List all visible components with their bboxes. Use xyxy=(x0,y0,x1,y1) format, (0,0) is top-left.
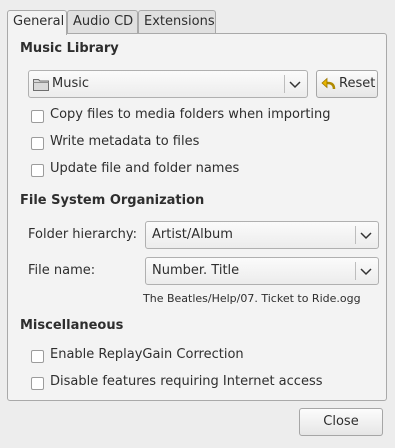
checkbox-label: Disable features requiring Internet acce… xyxy=(50,374,323,389)
chevron-down-icon xyxy=(360,264,372,278)
music-library-heading: Music Library xyxy=(20,41,119,56)
tab-label: General xyxy=(13,14,65,29)
close-button[interactable]: Close xyxy=(299,408,383,436)
filename-example: The Beatles/Help/07. Ticket to Ride.ogg xyxy=(143,292,361,305)
close-label: Close xyxy=(323,414,359,429)
miscellaneous-heading: Miscellaneous xyxy=(20,318,124,333)
checkbox-indicator xyxy=(31,110,44,123)
checkbox-label: Write metadata to files xyxy=(50,134,200,149)
reset-button[interactable]: Reset xyxy=(316,70,378,98)
checkbox-indicator xyxy=(31,164,44,177)
checkbox-indicator xyxy=(31,137,44,150)
file-name-select[interactable]: Number. Title xyxy=(145,257,379,285)
tab-extensions[interactable]: Extensions xyxy=(138,10,216,33)
checkbox-label: Update file and folder names xyxy=(50,161,240,176)
checkbox-indicator xyxy=(31,350,44,363)
combo-separator xyxy=(355,226,356,244)
checkbox-indicator xyxy=(31,377,44,390)
tab-general[interactable]: General xyxy=(7,10,67,35)
reset-label: Reset xyxy=(339,76,376,91)
combo-separator xyxy=(284,75,285,93)
combo-separator xyxy=(355,262,356,280)
tab-label: Audio CD xyxy=(73,14,134,29)
folder-hierarchy-select[interactable]: Artist/Album xyxy=(145,221,379,249)
tab-label: Extensions xyxy=(144,14,215,29)
file-name-value: Number. Title xyxy=(152,263,240,278)
general-panel: Music Library Music Reset Copy files to … xyxy=(7,33,387,401)
folder-icon xyxy=(33,77,49,91)
file-system-heading: File System Organization xyxy=(20,193,205,208)
tab-audio-cd[interactable]: Audio CD xyxy=(67,10,138,33)
undo-icon xyxy=(321,77,337,91)
checkbox-label: Copy files to media folders when importi… xyxy=(50,107,331,122)
library-folder-chooser[interactable]: Music xyxy=(28,70,308,98)
checkbox-label: Enable ReplayGain Correction xyxy=(50,347,244,362)
file-name-label: File name: xyxy=(28,263,96,278)
library-folder-value: Music xyxy=(52,76,89,91)
folder-hierarchy-value: Artist/Album xyxy=(152,227,233,242)
chevron-down-icon xyxy=(360,228,372,242)
folder-hierarchy-label: Folder hierarchy: xyxy=(28,227,138,242)
chevron-down-icon xyxy=(289,77,301,91)
